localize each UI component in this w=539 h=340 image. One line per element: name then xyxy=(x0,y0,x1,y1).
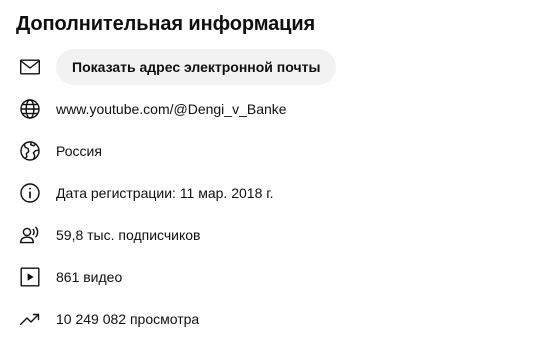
videos-text: 861 видео xyxy=(56,269,123,285)
subscribers-icon xyxy=(18,223,42,247)
subscribers-row: 59,8 тыс. подписчиков xyxy=(0,217,539,253)
video-play-icon xyxy=(18,265,42,289)
website-row: www.youtube.com/@Dengi_v_Banke xyxy=(0,91,539,127)
subscribers-text: 59,8 тыс. подписчиков xyxy=(56,227,201,243)
videos-row: 861 видео xyxy=(0,259,539,295)
country-text: Россия xyxy=(56,143,102,159)
about-panel: Дополнительная информация Показать адрес… xyxy=(0,0,539,340)
email-row: Показать адрес электронной почты xyxy=(0,49,539,85)
globe-icon xyxy=(18,97,42,121)
section-title: Дополнительная информация xyxy=(16,13,316,35)
country-row: Россия xyxy=(0,133,539,169)
trending-up-icon xyxy=(18,307,42,331)
views-row: 10 249 082 просмотра xyxy=(0,301,539,337)
joined-date-text: Дата регистрации: 11 мар. 2018 г. xyxy=(56,185,274,201)
mail-icon xyxy=(18,55,42,79)
show-email-button[interactable]: Показать адрес электронной почты xyxy=(56,49,337,85)
info-icon xyxy=(18,181,42,205)
earth-region-icon xyxy=(18,139,42,163)
views-text: 10 249 082 просмотра xyxy=(56,311,200,327)
joined-row: Дата регистрации: 11 мар. 2018 г. xyxy=(0,175,539,211)
channel-link[interactable]: www.youtube.com/@Dengi_v_Banke xyxy=(56,91,287,127)
